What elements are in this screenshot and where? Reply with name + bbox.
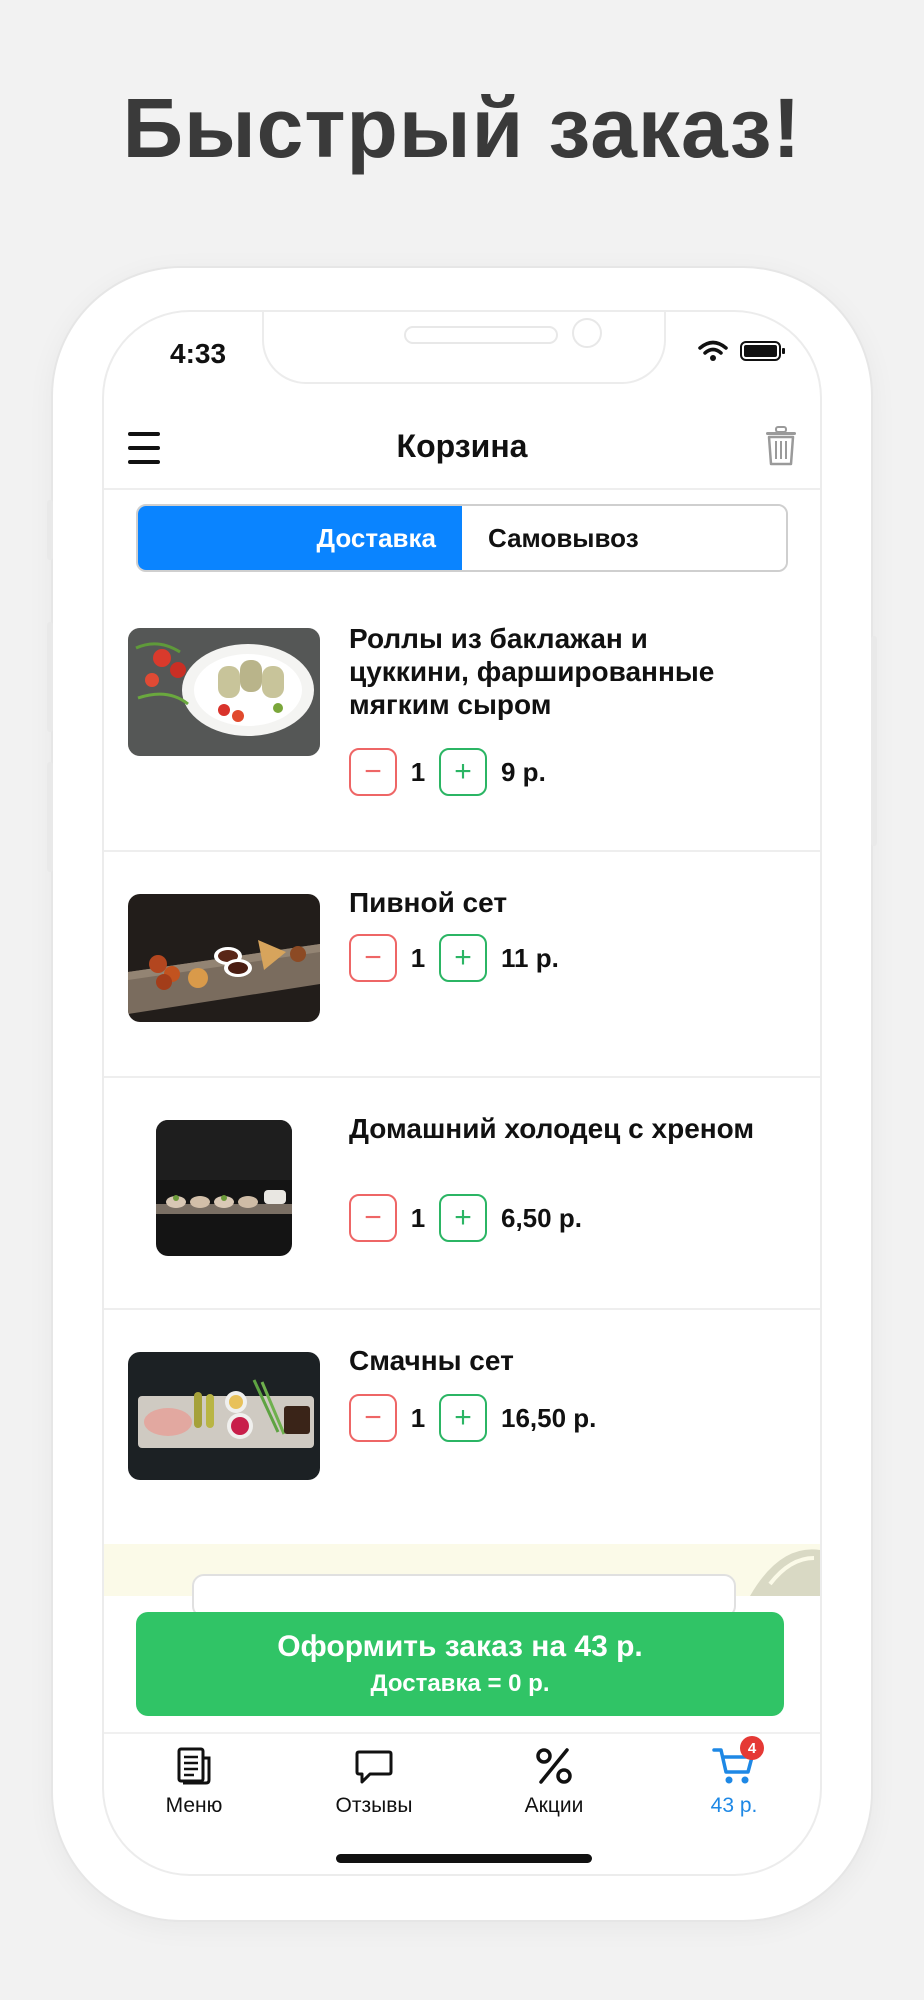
item-price: 16,50 р. xyxy=(501,1402,597,1433)
tab-pickup[interactable]: Самовывоз xyxy=(462,506,786,570)
chat-bubble-icon xyxy=(355,1750,393,1784)
front-camera xyxy=(572,318,602,348)
delivery-method-toggle: Доставка Самовывоз xyxy=(136,504,788,572)
page-title: Корзина xyxy=(396,428,528,464)
item-name: Роллы из баклажан и цуккини, фаршированн… xyxy=(349,623,715,720)
dish-photo xyxy=(156,1120,292,1256)
plus-icon: + xyxy=(454,755,472,788)
bottom-tab-bar: Меню Отзывы Акции 4 43 р. xyxy=(104,1732,820,1824)
menu-document-icon xyxy=(177,1747,211,1785)
decrease-quantity-button[interactable]: − xyxy=(349,1394,397,1442)
quantity-stepper: − 1 + 16,50 р. xyxy=(349,1394,596,1442)
plus-icon: + xyxy=(454,1401,472,1434)
status-icons xyxy=(698,340,786,367)
tab-cart[interactable]: 4 43 р. xyxy=(654,1736,814,1818)
increase-quantity-button[interactable]: + xyxy=(439,1194,487,1242)
cart-count-badge: 4 xyxy=(740,1736,764,1760)
decrease-quantity-button[interactable]: − xyxy=(349,1194,397,1242)
trash-icon[interactable] xyxy=(764,426,798,471)
increase-quantity-button[interactable]: + xyxy=(439,748,487,796)
tab-menu[interactable]: Меню xyxy=(114,1744,274,1818)
minus-icon: − xyxy=(364,1201,382,1234)
dish-photo xyxy=(128,628,320,756)
tab-delivery[interactable]: Доставка xyxy=(138,506,462,570)
plus-icon: + xyxy=(454,941,472,974)
checkout-label: Оформить заказ на 43 р. xyxy=(277,1630,643,1663)
volume-down-button xyxy=(47,762,53,872)
promo-headline: Быстрый заказ! xyxy=(122,81,802,175)
cart-item: Роллы из баклажан и цуккини, фаршированн… xyxy=(104,584,820,852)
item-quantity: 1 xyxy=(410,756,426,787)
checkout-button[interactable]: Оформить заказ на 43 р. Доставка = 0 р. xyxy=(136,1612,784,1716)
tab-promotions[interactable]: Акции xyxy=(474,1744,634,1818)
item-price: 6,50 р. xyxy=(501,1202,582,1233)
item-price: 11 р. xyxy=(501,942,559,973)
minus-icon: − xyxy=(364,941,382,974)
silent-switch xyxy=(47,500,53,560)
tab-menu-label: Меню xyxy=(165,1794,223,1817)
item-quantity: 1 xyxy=(410,1402,426,1433)
item-quantity: 1 xyxy=(410,942,426,973)
dish-photo xyxy=(128,1352,320,1480)
quantity-stepper: − 1 + 11 р. xyxy=(349,934,559,982)
wifi-icon xyxy=(698,340,728,367)
item-price: 9 р. xyxy=(501,756,546,787)
item-name: Домашний холодец с хреном xyxy=(349,1113,755,1144)
decrease-quantity-button[interactable]: − xyxy=(349,748,397,796)
increase-quantity-button[interactable]: + xyxy=(439,1394,487,1442)
quantity-stepper: − 1 + 6,50 р. xyxy=(349,1194,582,1242)
cart-item: Пивной сет − 1 + 11 р. xyxy=(104,852,820,1078)
minus-icon: − xyxy=(364,1401,382,1434)
quantity-stepper: − 1 + 9 р. xyxy=(349,748,546,796)
increase-quantity-button[interactable]: + xyxy=(439,934,487,982)
speaker-grill xyxy=(404,326,558,344)
plus-icon: + xyxy=(454,1201,472,1234)
promo-strip xyxy=(104,1544,820,1618)
item-name: Смачны сет xyxy=(349,1345,514,1376)
cart-item: Домашний холодец с хреном − 1 + 6,50 р. xyxy=(104,1078,820,1310)
item-name: Пивной сет xyxy=(349,887,508,918)
minus-icon: − xyxy=(364,755,382,788)
tab-reviews[interactable]: Отзывы xyxy=(294,1744,454,1818)
tab-cart-label: 43 р. xyxy=(710,1794,758,1817)
app-screen: 4:33 Корзина Доставка Самовывоз Роллы из… xyxy=(104,312,820,1874)
home-indicator xyxy=(336,1854,592,1863)
percent-icon xyxy=(536,1748,572,1784)
dish-photo xyxy=(128,894,320,1022)
tab-reviews-label: Отзывы xyxy=(335,1794,413,1817)
app-header: Корзина xyxy=(104,410,820,490)
status-time: 4:33 xyxy=(170,338,227,369)
cart-item: Смачны сет − 1 + 16,50 р. xyxy=(104,1310,820,1540)
volume-up-button xyxy=(47,622,53,732)
decor-leaf-icon xyxy=(750,1549,820,1596)
battery-icon xyxy=(740,340,786,367)
decrease-quantity-button[interactable]: − xyxy=(349,934,397,982)
item-quantity: 1 xyxy=(410,1202,426,1233)
tab-promotions-label: Акции xyxy=(524,1794,584,1817)
notch xyxy=(262,312,666,384)
power-button xyxy=(871,636,877,846)
delivery-cost-note: Доставка = 0 р. xyxy=(370,1670,550,1697)
